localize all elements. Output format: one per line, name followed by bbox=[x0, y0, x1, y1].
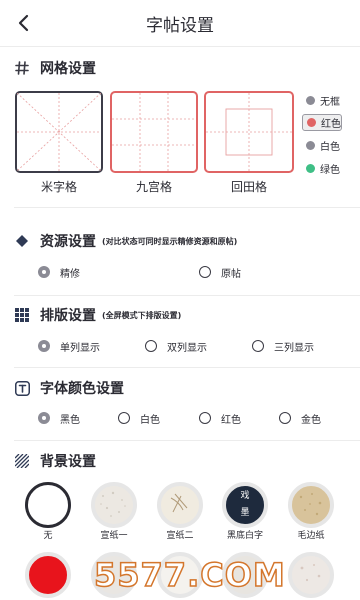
bg-option-label: 宣纸二 bbox=[166, 531, 194, 541]
color-label: 绿色 bbox=[320, 165, 340, 176]
radio-unselected bbox=[145, 340, 157, 352]
layout-option-single[interactable]: 单列显示 bbox=[38, 339, 100, 354]
font-color-gold[interactable]: 金色 bbox=[279, 411, 321, 426]
grid-option-label: 回田格 bbox=[230, 180, 267, 194]
bg-option-none[interactable] bbox=[25, 482, 71, 528]
font-color-white[interactable]: 白色 bbox=[118, 411, 160, 426]
section-divider bbox=[14, 207, 360, 208]
layout-section-label: 排版设置 bbox=[40, 308, 96, 324]
color-dot bbox=[306, 141, 315, 150]
radio-selected bbox=[38, 266, 50, 278]
radio-label: 原帖 bbox=[221, 268, 241, 280]
radio-unselected bbox=[118, 412, 130, 424]
diamond-icon bbox=[14, 233, 30, 249]
layout-option-triple[interactable]: 三列显示 bbox=[252, 339, 314, 354]
layout-section-title: 排版设置 (全屏模式下排版设置) bbox=[14, 304, 181, 326]
radio-unselected bbox=[279, 412, 291, 424]
font-color-section-label: 字体颜色设置 bbox=[40, 381, 124, 397]
paper-texture bbox=[300, 564, 321, 582]
layout-section-hint: (全屏模式下排版设置) bbox=[102, 310, 182, 320]
layout-option-double[interactable]: 双列显示 bbox=[145, 339, 207, 354]
resource-section-label: 资源设置 bbox=[40, 234, 96, 250]
grid-color-red[interactable]: 红色 bbox=[302, 114, 342, 131]
mi-grid-pattern bbox=[17, 93, 101, 171]
color-dot bbox=[306, 96, 315, 105]
bg-option-label: 黑底白字 bbox=[226, 531, 263, 541]
grid-section-label: 网格设置 bbox=[40, 61, 96, 77]
watermark: 5577.COM bbox=[93, 555, 286, 595]
bg-option-label: 宣纸一 bbox=[100, 531, 128, 541]
bg-option-black[interactable]: 戏 墨 bbox=[222, 482, 268, 528]
paper-texture bbox=[100, 491, 126, 517]
color-dot bbox=[307, 118, 316, 127]
color-label: 白色 bbox=[320, 142, 340, 153]
section-divider bbox=[14, 440, 360, 441]
header-divider bbox=[0, 46, 360, 47]
font-color-red[interactable]: 红色 bbox=[199, 411, 241, 426]
background-section-title: 背景设置 bbox=[14, 450, 96, 472]
text-t-icon bbox=[14, 380, 30, 396]
radio-label: 白色 bbox=[140, 414, 160, 426]
radio-label: 三列显示 bbox=[274, 342, 314, 354]
bg-option-label: 无 bbox=[43, 531, 53, 541]
page-title: 字帖设置 bbox=[146, 16, 214, 36]
color-dot bbox=[306, 164, 315, 173]
resource-option-original[interactable]: 原帖 bbox=[199, 265, 241, 280]
font-color-section-title: 字体颜色设置 bbox=[14, 377, 124, 399]
grid-squares-icon bbox=[14, 307, 30, 323]
font-color-black[interactable]: 黑色 bbox=[38, 411, 80, 426]
resource-section-title: 资源设置 (对比状态可同时显示精修资源和原帖) bbox=[14, 230, 237, 252]
grid-option-label: 米字格 bbox=[40, 180, 77, 194]
huitian-grid-pattern bbox=[206, 93, 292, 171]
bg-option-paper-6[interactable] bbox=[288, 552, 334, 598]
bg-sample-char: 墨 bbox=[240, 508, 250, 518]
radio-label: 双列显示 bbox=[167, 342, 207, 354]
app-header: 字帖设置 bbox=[0, 0, 360, 46]
background-section-label: 背景设置 bbox=[40, 454, 96, 470]
color-label: 红色 bbox=[321, 119, 341, 130]
radio-label: 单列显示 bbox=[60, 342, 100, 354]
grid-color-green[interactable]: 绿色 bbox=[302, 160, 342, 177]
radio-selected bbox=[38, 412, 50, 424]
bg-option-red[interactable] bbox=[25, 552, 71, 598]
radio-unselected bbox=[252, 340, 264, 352]
grid-color-none[interactable]: 无框 bbox=[302, 92, 342, 109]
bg-sample-char: 戏 bbox=[240, 491, 250, 501]
hash-icon bbox=[14, 60, 30, 76]
color-label: 无框 bbox=[320, 97, 340, 108]
grid-option-mi[interactable] bbox=[15, 91, 103, 173]
radio-label: 金色 bbox=[301, 414, 321, 426]
radio-label: 红色 bbox=[221, 414, 241, 426]
paper-texture bbox=[170, 493, 188, 513]
bg-option-maobian[interactable] bbox=[288, 482, 334, 528]
radio-unselected bbox=[199, 266, 211, 278]
jiugong-grid-pattern bbox=[112, 93, 196, 171]
radio-label: 精修 bbox=[60, 268, 80, 280]
radio-unselected bbox=[199, 412, 211, 424]
grid-option-huitian[interactable] bbox=[204, 91, 294, 173]
bg-option-xuan1[interactable] bbox=[91, 482, 137, 528]
resource-option-refined[interactable]: 精修 bbox=[38, 265, 80, 280]
section-divider bbox=[14, 367, 360, 368]
resource-section-hint: (对比状态可同时显示精修资源和原帖) bbox=[102, 236, 238, 246]
grid-section-title: 网格设置 bbox=[14, 57, 96, 79]
grid-option-label: 九宫格 bbox=[135, 180, 172, 194]
bg-option-xuan2[interactable] bbox=[157, 482, 203, 528]
radio-selected bbox=[38, 340, 50, 352]
paper-texture bbox=[299, 493, 322, 516]
hatch-icon bbox=[14, 453, 30, 469]
bg-option-label: 毛边纸 bbox=[297, 531, 325, 541]
radio-label: 黑色 bbox=[60, 414, 80, 426]
section-divider bbox=[14, 295, 360, 296]
grid-option-jiugong[interactable] bbox=[110, 91, 198, 173]
grid-color-white[interactable]: 白色 bbox=[302, 137, 342, 154]
